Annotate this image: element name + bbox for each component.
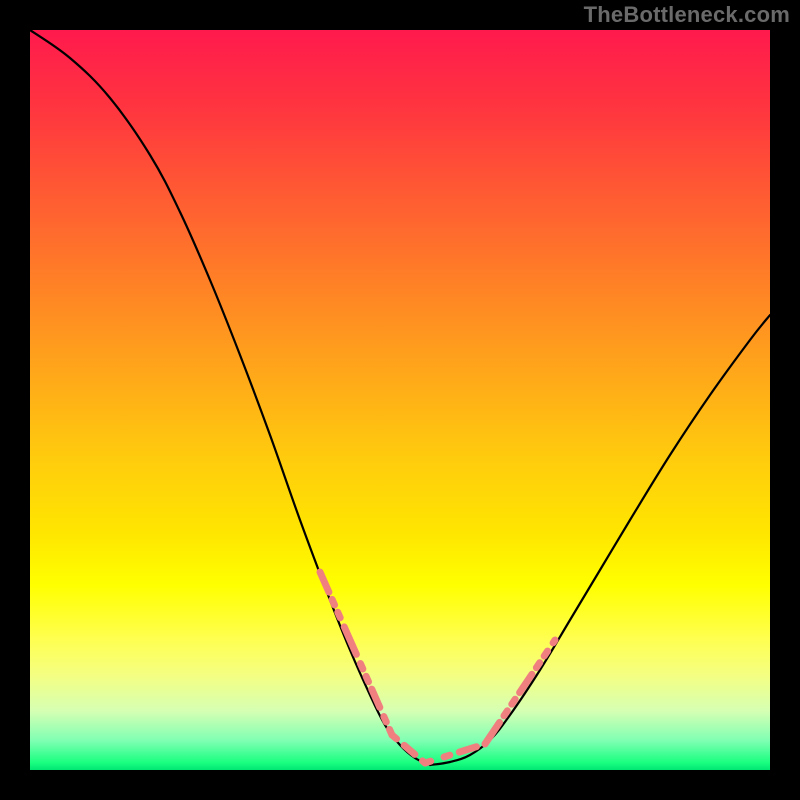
curve-svg	[30, 30, 770, 770]
right-dots	[485, 640, 555, 744]
watermark-text: TheBottleneck.com	[584, 2, 790, 28]
plot-area	[30, 30, 770, 770]
chart-container: TheBottleneck.com	[0, 0, 800, 800]
curve-right	[430, 315, 770, 765]
curve-left	[30, 30, 430, 765]
left-dots	[320, 572, 392, 735]
dotted-overlay	[320, 572, 555, 763]
mid-dots-a	[392, 735, 425, 763]
